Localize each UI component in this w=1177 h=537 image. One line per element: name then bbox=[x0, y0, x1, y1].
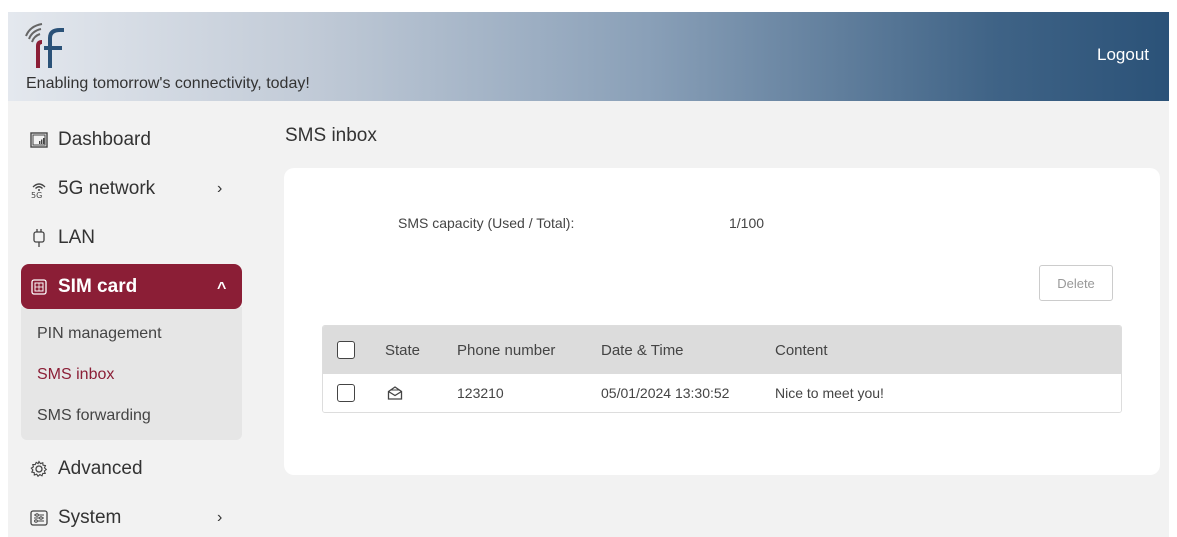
sidebar-item-label: System bbox=[58, 506, 122, 528]
sms-capacity-label: SMS capacity (Used / Total): bbox=[398, 215, 575, 231]
chevron-up-icon: ^ bbox=[217, 279, 227, 297]
row-content: Nice to meet you! bbox=[775, 385, 884, 401]
dashboard-icon bbox=[30, 131, 48, 149]
row-phone-number: 123210 bbox=[457, 385, 504, 401]
column-header-phone: Phone number bbox=[457, 341, 556, 359]
sms-capacity-value: 1/100 bbox=[729, 215, 765, 231]
sidebar-item-label: Dashboard bbox=[58, 128, 151, 150]
gear-icon bbox=[30, 459, 48, 478]
lan-icon bbox=[30, 228, 48, 247]
header-banner: Enabling tomorrow's connectivity, today!… bbox=[8, 12, 1169, 101]
sidebar-item-label: Advanced bbox=[58, 457, 143, 479]
column-header-datetime: Date & Time bbox=[601, 341, 684, 359]
envelope-open-icon bbox=[387, 374, 403, 412]
sidebar-item-label: SIM card bbox=[58, 275, 138, 297]
svg-text:5G: 5G bbox=[31, 191, 42, 198]
select-all-checkbox[interactable] bbox=[337, 341, 355, 359]
tagline: Enabling tomorrow's connectivity, today! bbox=[26, 75, 310, 92]
column-header-content: Content bbox=[775, 341, 828, 359]
system-icon bbox=[30, 509, 48, 527]
sidebar: Dashboard 5G 5G network › LAN SIM card ^… bbox=[21, 115, 242, 537]
sidebar-subitem-sms-forwarding[interactable]: SMS forwarding bbox=[21, 395, 242, 436]
table-row[interactable]: 123210 05/01/2024 13:30:52 Nice to meet … bbox=[323, 374, 1121, 412]
brand-logo bbox=[25, 23, 64, 68]
sidebar-item-dashboard[interactable]: Dashboard bbox=[21, 115, 242, 164]
sms-inbox-card: SMS capacity (Used / Total): 1/100 Delet… bbox=[284, 168, 1160, 475]
logout-link[interactable]: Logout bbox=[1097, 45, 1149, 65]
delete-button[interactable]: Delete bbox=[1039, 265, 1113, 301]
sidebar-subitem-sms-inbox[interactable]: SMS inbox bbox=[21, 354, 242, 395]
table-header: State Phone number Date & Time Content bbox=[323, 326, 1121, 374]
sidebar-item-advanced[interactable]: Advanced bbox=[21, 444, 242, 493]
sidebar-item-system[interactable]: System › bbox=[21, 493, 242, 537]
chevron-right-icon: › bbox=[217, 179, 223, 197]
sms-table: State Phone number Date & Time Content 1… bbox=[322, 325, 1122, 413]
page-title: SMS inbox bbox=[285, 125, 377, 146]
row-checkbox[interactable] bbox=[337, 384, 355, 402]
sidebar-item-5g-network[interactable]: 5G 5G network › bbox=[21, 164, 242, 213]
column-header-state: State bbox=[385, 341, 421, 359]
5g-icon: 5G bbox=[30, 180, 48, 198]
sidebar-subitem-pin-management[interactable]: PIN management bbox=[21, 313, 242, 354]
main-area: Dashboard 5G 5G network › LAN SIM card ^… bbox=[8, 101, 1169, 537]
sim-card-icon bbox=[30, 278, 48, 296]
sim-card-submenu: PIN management SMS inbox SMS forwarding bbox=[21, 307, 242, 440]
sidebar-item-sim-card[interactable]: SIM card ^ bbox=[21, 264, 242, 309]
sidebar-item-lan[interactable]: LAN bbox=[21, 213, 242, 262]
sidebar-item-label: 5G network bbox=[58, 177, 156, 199]
row-datetime: 05/01/2024 13:30:52 bbox=[601, 385, 730, 401]
sidebar-item-label: LAN bbox=[58, 226, 95, 248]
chevron-right-icon: › bbox=[217, 508, 223, 526]
